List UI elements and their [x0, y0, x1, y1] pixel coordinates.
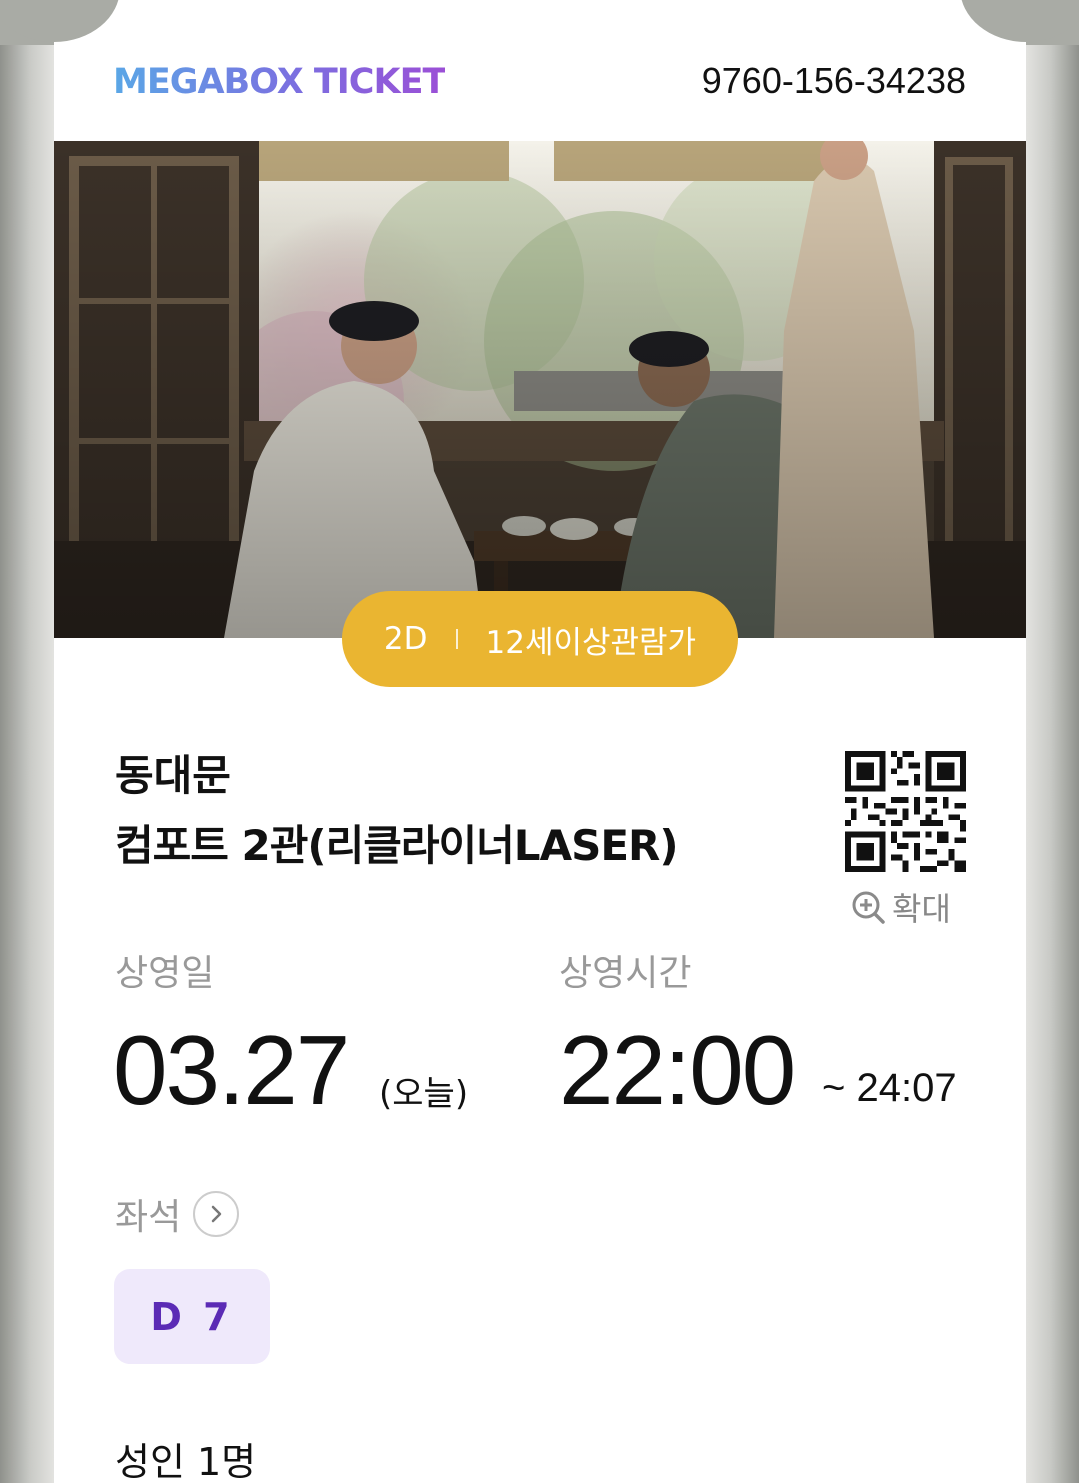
qr-zoom-button[interactable]: 확대 [850, 884, 951, 930]
screening-date: 03.27 [113, 1015, 350, 1125]
seat-number-badge: D 7 [114, 1269, 270, 1364]
ticket-card: MEGABOX TICKET 9760-156-34238 2D 12세이상관람… [0, 0, 1079, 1483]
audience-count: 성인 1명 [115, 1440, 257, 1483]
seat-label: 좌석 [115, 1197, 182, 1238]
qr-zoom-label: 확대 [892, 890, 951, 928]
movie-info-pill: 2D 12세이상관람가 [342, 591, 738, 687]
movie-rating: 12세이상관람가 [485, 624, 697, 661]
time-label: 상영시간 [559, 953, 692, 994]
date-label: 상영일 [115, 953, 215, 994]
chevron-right-icon[interactable] [193, 1191, 240, 1237]
pill-divider [455, 629, 458, 649]
movie-poster: 왕과 사는 남자 [54, 141, 1026, 638]
qr-code[interactable] [845, 751, 966, 872]
movie-format: 2D [383, 621, 428, 657]
start-time: 22:00 [559, 1015, 796, 1125]
zoom-in-icon [852, 891, 885, 924]
screen-name: 컴포트 2관(리클라이너LASER) [115, 821, 679, 870]
brand-logo: MEGABOX TICKET [113, 62, 446, 102]
theater-branch: 동대문 [115, 751, 231, 800]
poster-image [54, 141, 1026, 638]
seat-section-header[interactable]: 좌석 [115, 1188, 240, 1240]
end-time: ~ 24:07 [822, 1066, 957, 1110]
ticket-number: 9760-156-34238 [701, 60, 966, 101]
date-note: (오늘) [379, 1074, 469, 1114]
